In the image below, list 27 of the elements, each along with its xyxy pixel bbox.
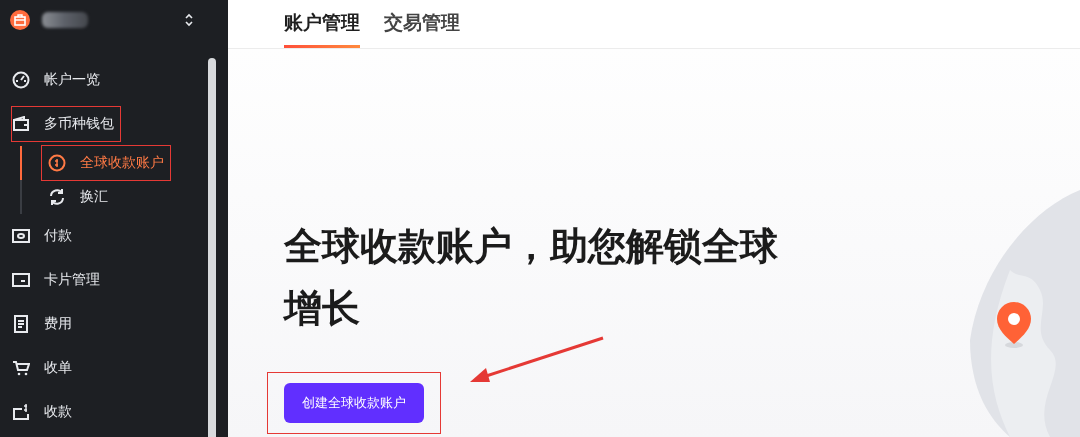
coin-icon — [48, 154, 66, 172]
sidebar-subitem[interactable]: 换汇 — [42, 180, 114, 214]
briefcase-icon — [10, 10, 30, 30]
blurred-account-name — [42, 12, 88, 28]
chevron-updown-icon[interactable] — [184, 13, 194, 27]
sidebar-item[interactable]: 收单 — [12, 351, 78, 385]
scrollbar[interactable] — [208, 58, 216, 437]
refresh-icon — [48, 188, 66, 206]
sidebar-subitem[interactable]: 全球收款账户 — [42, 146, 170, 180]
tab[interactable]: 交易管理 — [384, 0, 460, 48]
sidebar-item[interactable]: 付款 — [12, 219, 78, 253]
tab[interactable]: 账户管理 — [284, 0, 360, 48]
hero-title: 全球收款账户，助您解锁全球增长 — [284, 223, 779, 332]
eye-icon — [12, 229, 30, 243]
location-pin-icon — [994, 300, 1034, 350]
sidebar-item[interactable]: 费用 — [12, 307, 78, 341]
sidebar-item[interactable]: 收款 — [12, 395, 78, 429]
dollar-box-icon — [12, 403, 30, 421]
document-icon — [13, 315, 29, 333]
create-account-button[interactable]: 创建全球收款账户 — [284, 383, 424, 423]
sidebar-item[interactable]: 帐户一览 — [12, 63, 106, 97]
wallet-icon — [12, 116, 30, 132]
card-icon — [12, 273, 30, 287]
gauge-icon — [12, 71, 30, 89]
cart-icon — [12, 360, 30, 376]
sidebar-item[interactable]: 多币种钱包 — [12, 107, 120, 141]
sidebar-item[interactable]: 卡片管理 — [12, 263, 106, 297]
